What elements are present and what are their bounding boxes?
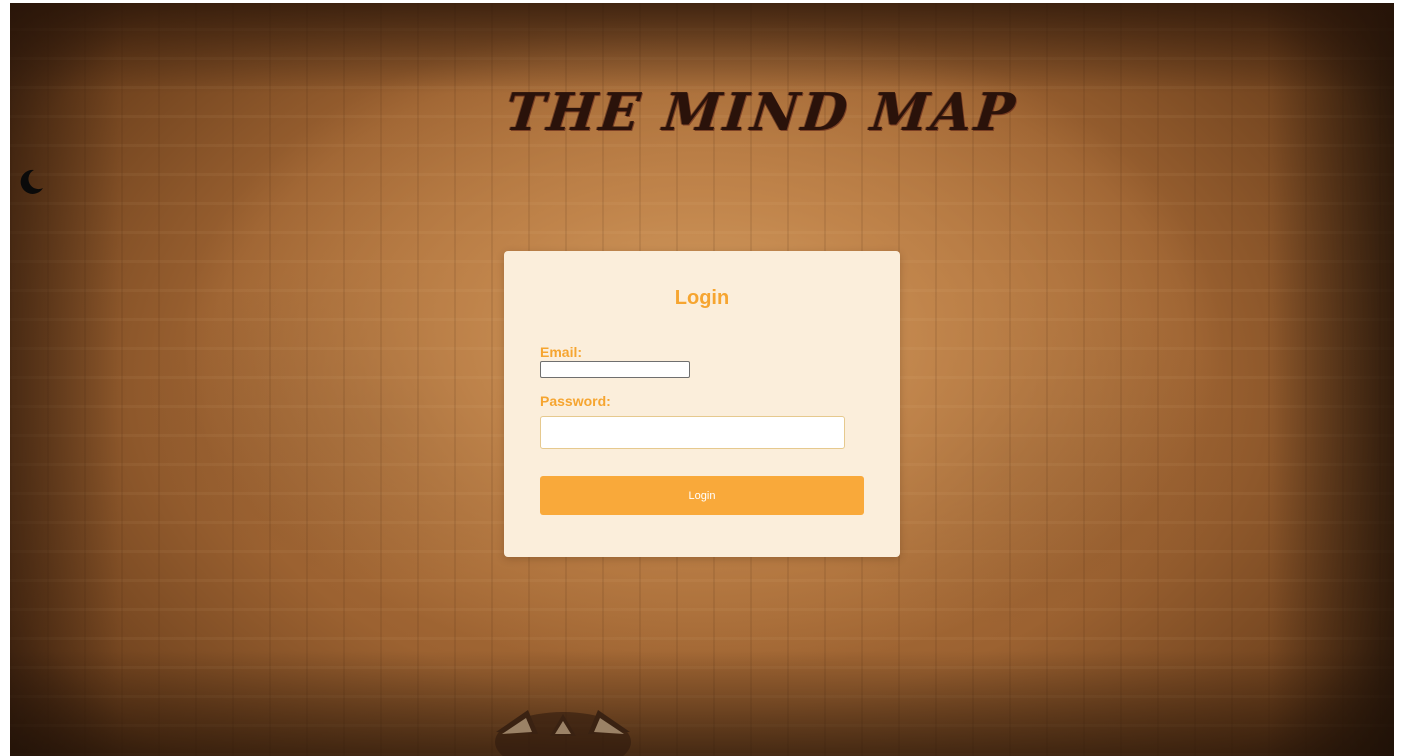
jack-o-lantern-icon xyxy=(488,690,638,756)
moon-icon[interactable] xyxy=(16,167,46,197)
login-button[interactable]: Login xyxy=(540,476,864,515)
login-heading: Login xyxy=(674,287,730,309)
password-field[interactable] xyxy=(540,416,845,449)
password-label: Password: xyxy=(540,393,611,409)
email-field[interactable] xyxy=(540,361,690,378)
site-title: THE MIND MAP xyxy=(502,82,1021,143)
email-label: Email: xyxy=(540,344,583,360)
login-card: Login Email: Password: Login xyxy=(504,251,900,557)
login-page: THE MIND MAP Login Email: Password: Logi… xyxy=(0,0,1403,756)
